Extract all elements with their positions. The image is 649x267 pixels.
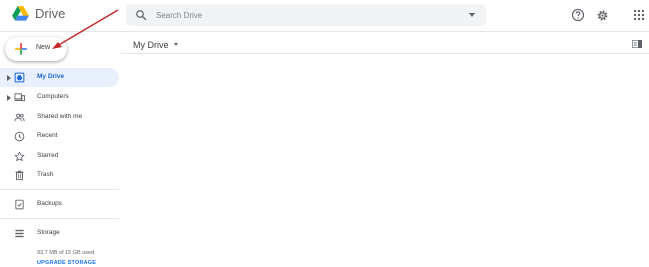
sidebar-item-label: Storage: [37, 229, 60, 236]
main-content: My Drive: [121, 32, 649, 267]
sidebar-divider: [0, 189, 119, 190]
sidebar-item-label: Starred: [37, 152, 59, 159]
gear-icon[interactable]: [595, 8, 609, 22]
app-name: Drive: [35, 6, 66, 21]
search-bar[interactable]: [126, 4, 486, 26]
upgrade-storage-link[interactable]: UPGRADE STORAGE: [37, 260, 96, 266]
file-list-area[interactable]: [121, 55, 649, 267]
expand-arrow-icon[interactable]: [7, 95, 11, 101]
computers-icon: [14, 93, 25, 102]
sidebar-item-storage[interactable]: Storage: [0, 224, 119, 243]
sidebar-item-label: My Drive: [37, 73, 65, 80]
drive-logo[interactable]: Drive: [12, 6, 65, 21]
help-icon[interactable]: [571, 8, 585, 22]
sidebar-item-label: Backups: [37, 200, 62, 207]
clock-icon: [14, 131, 25, 142]
search-input[interactable]: [156, 8, 456, 22]
trash-icon: [15, 170, 24, 181]
sidebar-item-shared-with-me[interactable]: Shared with me: [0, 108, 119, 127]
search-icon[interactable]: [135, 9, 147, 21]
sidebar-item-label: Shared with me: [37, 113, 83, 120]
details-view-icon[interactable]: [632, 40, 642, 48]
apps-icon[interactable]: [632, 8, 646, 22]
top-bar: Drive: [0, 0, 649, 32]
storage-usage-text: 93.7 MB of 15 GB used: [37, 250, 95, 256]
expand-arrow-icon[interactable]: [7, 75, 11, 81]
storage-icon: [15, 229, 24, 238]
drive-logo-icon: [12, 6, 29, 21]
new-button-label: New: [36, 44, 51, 51]
new-button[interactable]: New: [5, 37, 67, 61]
search-options-chevron-down-icon[interactable]: [469, 13, 475, 17]
sidebar: New My Drive Computers Shared with me Re…: [0, 32, 121, 267]
sidebar-item-starred[interactable]: Starred: [0, 147, 119, 166]
plus-icon: [15, 43, 27, 55]
sidebar-item-label: Trash: [37, 171, 54, 178]
shared-icon: [14, 113, 25, 122]
chevron-down-icon[interactable]: [174, 43, 178, 46]
sidebar-item-label: Computers: [37, 93, 69, 100]
main-header: My Drive: [121, 32, 649, 54]
sidebar-item-computers[interactable]: Computers: [0, 88, 119, 107]
backups-icon: [15, 199, 24, 210]
page-title[interactable]: My Drive: [133, 40, 169, 50]
star-icon: [14, 151, 25, 162]
sidebar-item-label: Recent: [37, 132, 58, 139]
sidebar-item-backups[interactable]: Backups: [0, 195, 119, 214]
sidebar-item-my-drive[interactable]: My Drive: [0, 68, 119, 87]
my-drive-icon: [14, 72, 25, 83]
sidebar-item-recent[interactable]: Recent: [0, 127, 119, 146]
sidebar-divider: [0, 218, 119, 219]
sidebar-item-trash[interactable]: Trash: [0, 166, 119, 185]
